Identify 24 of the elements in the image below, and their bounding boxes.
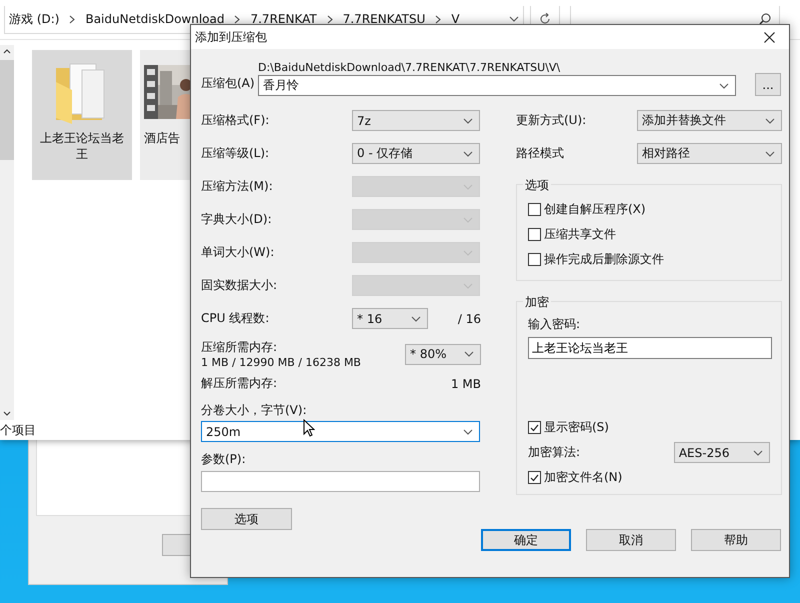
field-label: 解压所需内存: xyxy=(201,375,278,392)
field-label: 固实数据大小: xyxy=(201,277,278,294)
field-label: 压缩包(A) xyxy=(201,75,256,92)
file-name: 酒店告 xyxy=(144,130,180,146)
field-label: 参数(P): xyxy=(201,451,247,468)
field-label: 分卷大小，字节(V): xyxy=(201,402,308,419)
status-text: 个项目 xyxy=(0,422,36,439)
field-label: 压缩方法(M): xyxy=(201,178,274,195)
total-text: / 16 xyxy=(458,312,481,326)
field-label: 字典大小(D): xyxy=(201,211,273,228)
path-text: D:\BaiduNetdiskDownload\7.7RENKAT\7.7RENKATSU\V\ xyxy=(258,61,562,74)
field-label: 单词大小(W): xyxy=(201,244,276,261)
field-label: 更新方式(U): xyxy=(516,112,588,129)
field-label: 压缩格式(F): xyxy=(201,112,270,129)
field-label: CPU 线程数: xyxy=(201,310,270,327)
group-title: 选项 xyxy=(523,177,551,194)
field-label: 压缩等级(L): xyxy=(201,145,270,162)
memory-text: 1 MB / 12990 MB / 16238 MB xyxy=(201,356,362,369)
field-label: 路径模式 xyxy=(516,145,565,162)
memory-value: 1 MB xyxy=(450,376,481,390)
field-label: 输入密码: xyxy=(528,316,582,333)
field-label: 加密算法: xyxy=(528,444,582,461)
field-label: 压缩所需内存: xyxy=(201,339,278,356)
file-name: 上老王论坛当老王 xyxy=(39,130,125,162)
